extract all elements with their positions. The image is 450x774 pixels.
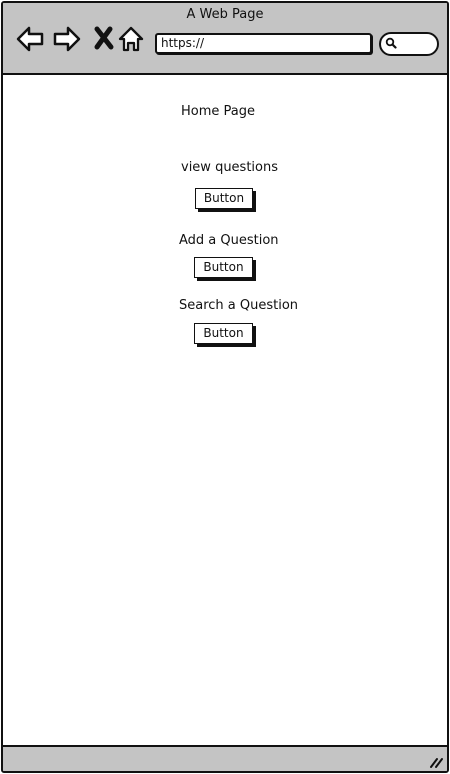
browser-window: A Web Page https:// Home Page view quest… bbox=[1, 1, 449, 773]
resize-grip-icon[interactable] bbox=[429, 756, 443, 768]
close-x-icon bbox=[94, 26, 114, 50]
back-button[interactable] bbox=[15, 25, 45, 55]
forward-button[interactable] bbox=[52, 25, 82, 55]
back-arrow-icon bbox=[16, 26, 44, 52]
add-question-button[interactable]: Button bbox=[194, 257, 253, 278]
status-bar bbox=[3, 745, 447, 771]
forward-arrow-icon bbox=[53, 26, 81, 52]
page-title: Home Page bbox=[181, 104, 255, 119]
browser-toolbar: A Web Page https:// bbox=[3, 3, 447, 75]
stop-button[interactable] bbox=[89, 25, 119, 55]
home-button[interactable] bbox=[117, 25, 147, 55]
search-question-button[interactable]: Button bbox=[194, 323, 253, 344]
url-input[interactable]: https:// bbox=[155, 33, 372, 54]
section-label-view-questions: view questions bbox=[181, 160, 279, 175]
section-label-add-question: Add a Question bbox=[179, 233, 279, 248]
search-icon bbox=[385, 37, 397, 49]
search-input[interactable] bbox=[379, 32, 439, 56]
section-label-search-question: Search a Question bbox=[179, 298, 299, 313]
view-questions-button[interactable]: Button bbox=[195, 188, 253, 209]
window-title: A Web Page bbox=[186, 7, 264, 22]
home-icon bbox=[118, 26, 144, 52]
